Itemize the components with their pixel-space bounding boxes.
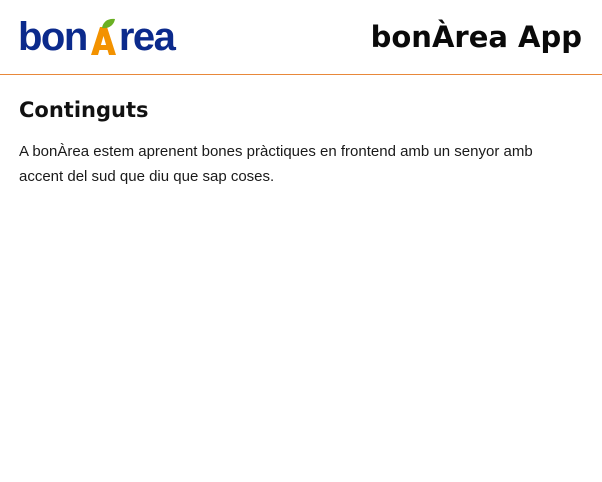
bonarea-logo[interactable]: bon rea	[18, 15, 176, 59]
content-paragraph: A bonÀrea estem aprenent bones pràctique…	[19, 143, 533, 185]
app-title: bonÀrea App	[370, 20, 582, 54]
page-title: Continguts	[19, 98, 149, 122]
logo-wordmark: bon rea	[18, 15, 176, 59]
main-content: Continguts A bonÀrea estem aprenent bone…	[0, 75, 602, 189]
app-header: bon rea bonÀrea App	[0, 0, 602, 75]
logo-text-before: bon	[18, 15, 88, 59]
logo-text-after: rea	[118, 15, 176, 59]
logo-a-mark-icon	[88, 18, 118, 56]
